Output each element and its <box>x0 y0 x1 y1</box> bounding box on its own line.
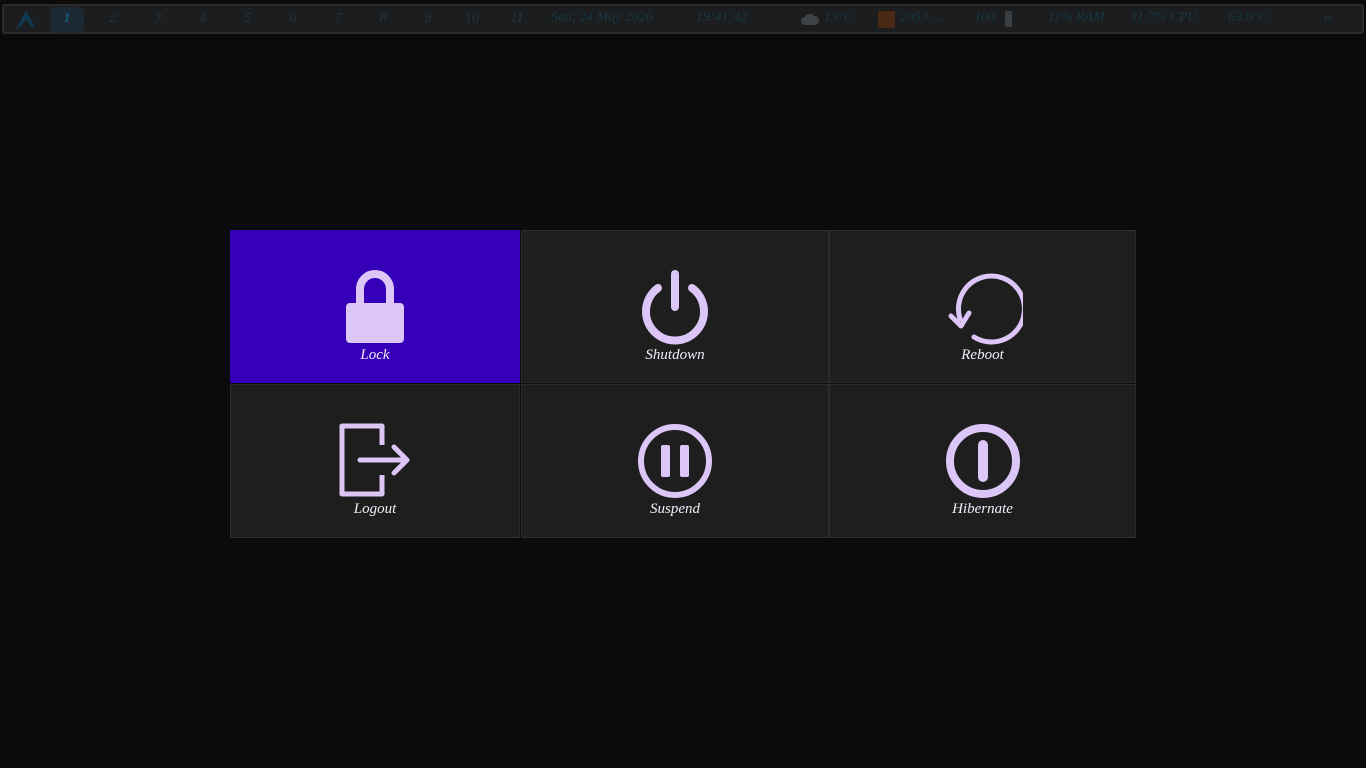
cloud-icon <box>801 14 819 25</box>
workspace-3[interactable]: 3 <box>147 7 169 33</box>
logout-icon <box>339 423 410 497</box>
workspace-7[interactable]: 7 <box>327 7 349 33</box>
suspend-button[interactable]: Suspend <box>521 384 829 538</box>
logout-label: Logout <box>353 501 397 517</box>
cpu-display[interactable]: 31.7% CPU <box>1130 6 1198 32</box>
workspace-10[interactable]: 10 <box>459 7 485 33</box>
shutdown-label: Shutdown <box>645 347 705 363</box>
workspace-5[interactable]: 5 <box>237 7 259 33</box>
hibernate-button[interactable]: Hibernate <box>829 384 1136 538</box>
clock-display[interactable]: 19:41:42 <box>696 6 747 32</box>
power-menu: Lock Shutdown Reboot Logout Suspend Hibe… <box>230 230 1136 538</box>
temperature-display[interactable]: 63.0°C <box>1228 6 1267 32</box>
volume-display[interactable]: 100 <box>974 6 995 32</box>
pause-icon <box>638 424 712 498</box>
lock-icon <box>346 270 404 343</box>
ram-display[interactable]: 11% RAM <box>1048 6 1105 32</box>
date-display[interactable]: Sun, 24 May 2026 <box>551 6 653 32</box>
logout-button[interactable]: Logout <box>230 384 520 538</box>
network-icon <box>878 11 895 28</box>
reboot-icon <box>948 273 1023 345</box>
layout-indicator[interactable]: rt <box>1324 6 1331 32</box>
power-icon <box>642 270 708 345</box>
status-bar: 1 2 3 4 5 6 7 8 9 10 11 Sun, 24 May 2026… <box>2 4 1364 34</box>
workspace-6[interactable]: 6 <box>282 7 304 33</box>
hibernate-icon <box>945 424 1020 498</box>
suspend-label: Suspend <box>650 501 700 517</box>
workspace-11[interactable]: 11 <box>504 7 530 33</box>
hibernate-label: Hibernate <box>952 501 1013 517</box>
lock-button[interactable]: Lock <box>230 230 520 383</box>
workspace-2[interactable]: 2 <box>102 7 124 33</box>
shutdown-button[interactable]: Shutdown <box>521 230 829 383</box>
arch-logo-icon[interactable] <box>16 11 36 29</box>
workspace-4[interactable]: 4 <box>192 7 214 33</box>
network-display[interactable]: 2053 ... <box>900 6 942 32</box>
lock-label: Lock <box>360 347 390 363</box>
reboot-label: Reboot <box>961 347 1004 363</box>
reboot-button[interactable]: Reboot <box>829 230 1136 383</box>
workspace-8[interactable]: 8 <box>372 7 394 33</box>
battery-icon <box>1005 11 1012 27</box>
workspace-1[interactable]: 1 <box>50 7 84 33</box>
workspace-9[interactable]: 9 <box>417 7 439 33</box>
weather-display[interactable]: 15°C <box>824 6 853 32</box>
